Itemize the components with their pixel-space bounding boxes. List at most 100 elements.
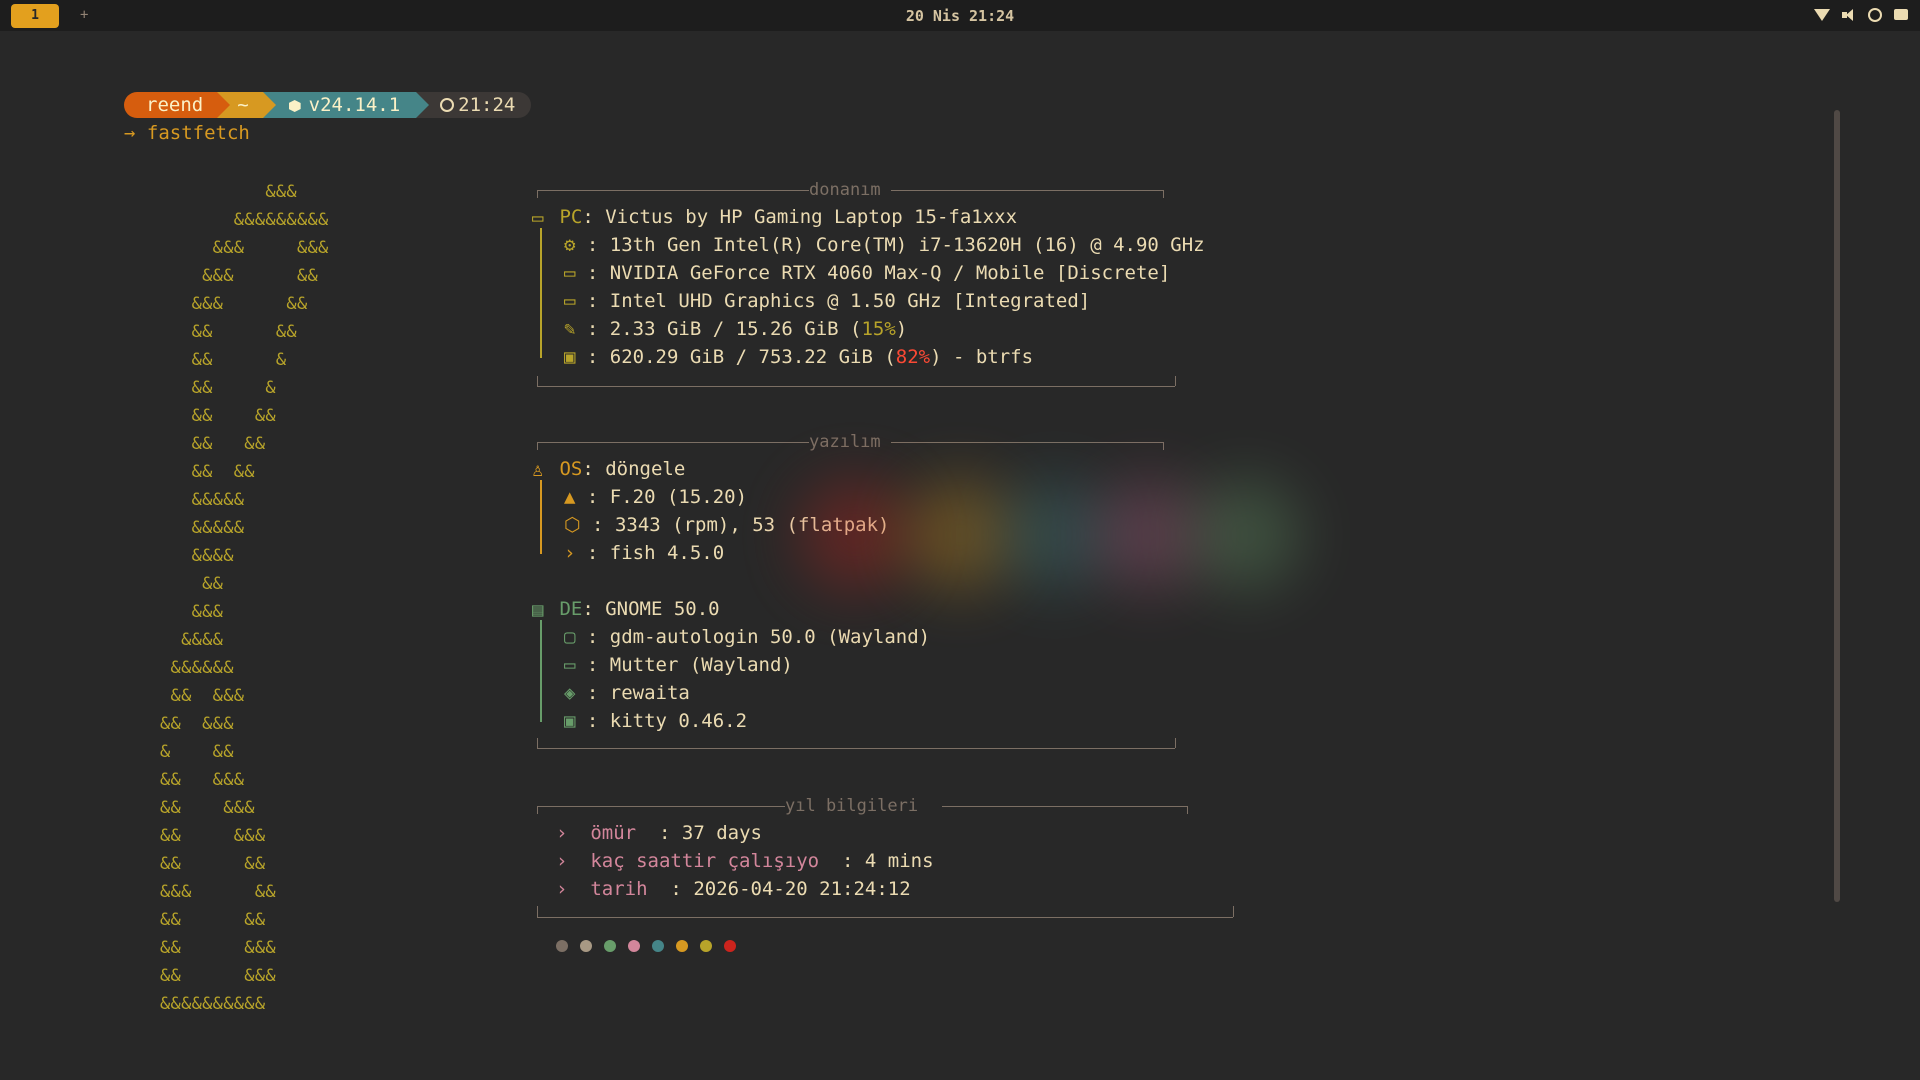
blur-blob	[1095, 480, 1205, 590]
hardware-gpu1-row: ▭ : NVIDIA GeForce RTX 4060 Max-Q / Mobi…	[564, 262, 1171, 284]
software-box-top-left	[537, 442, 809, 443]
software-theme-row: ◈ : rewaita	[564, 682, 690, 704]
terminal-icon: ▣	[564, 710, 576, 732]
bag-icon: ▲	[564, 486, 576, 508]
cpu-value: 13th Gen Intel(R) Core(TM) i7-13620H (16…	[609, 234, 1205, 256]
software-wm-row: ▭ : Mutter (Wayland)	[564, 654, 793, 676]
color-dot	[700, 940, 712, 952]
disk-percent: 82%	[895, 346, 931, 368]
cpu-icon: ⚙	[564, 234, 576, 256]
software-lm-row: ▢ : gdm-autologin 50.0 (Wayland)	[564, 626, 931, 648]
color-dot	[676, 940, 688, 952]
memory-icon: ✎	[564, 318, 576, 340]
ascii-logo: &&& &&&&&&&&& &&& &&& &&& && &&& && && &…	[160, 182, 329, 1014]
year-row: › kaç saattir çalışıyo : 4 mins	[556, 850, 934, 872]
blur-blob	[800, 480, 910, 590]
hardware-pc-row: ▭ PC: Victus by HP Gaming Laptop 15-fa1x…	[532, 206, 1018, 229]
system-tray[interactable]	[1814, 8, 1908, 22]
color-dot	[556, 940, 568, 952]
year-value: 37 days	[681, 822, 762, 844]
hardware-box-top-right	[891, 190, 1163, 191]
software-de-row: ▤ DE: GNOME 50.0	[532, 598, 720, 621]
shell-value: fish 4.5.0	[609, 542, 725, 564]
monitor-icon: ▭	[564, 290, 576, 312]
battery-icon[interactable]	[1894, 9, 1908, 20]
year-row: › ömür : 37 days	[556, 822, 762, 844]
wifi-icon[interactable]	[1814, 9, 1830, 21]
pc-label: PC	[559, 206, 583, 228]
memory-percent: 15%	[861, 318, 896, 340]
power-icon[interactable]	[1868, 8, 1882, 22]
terminal-value: kitty 0.46.2	[609, 710, 748, 732]
software-box-top-right	[891, 442, 1163, 443]
prompt-dir: ~	[237, 94, 249, 116]
gpu2-value: Intel UHD Graphics @ 1.50 GHz [Integrate…	[609, 290, 1091, 312]
workspace-1-button[interactable]: 1	[11, 4, 59, 28]
hardware-box-top-left	[537, 190, 809, 191]
year-box-top-right	[942, 806, 1187, 807]
blur-blob	[1190, 480, 1300, 590]
prompt-node-version: v24.14.1	[308, 94, 401, 116]
color-dot	[604, 940, 616, 952]
command-arrow: →	[124, 122, 136, 144]
prompt-time: 21:24	[458, 94, 516, 116]
command-text: fastfetch	[146, 122, 250, 144]
year-title: yıl bilgileri	[785, 796, 919, 816]
os-version-value: F.20 (15.20)	[609, 486, 748, 508]
blur-blob	[1000, 480, 1110, 590]
clock-icon	[440, 98, 455, 112]
pc-value: Victus by HP Gaming Laptop 15-fa1xxx	[605, 206, 1018, 228]
color-dot	[652, 940, 664, 952]
os-value: döngele	[605, 458, 686, 480]
window-icon: ▭	[564, 654, 576, 676]
prompt-node-segment: v24.14.1	[262, 92, 430, 118]
year-value: 4 mins	[864, 850, 934, 872]
monitor-icon: ▭	[564, 262, 576, 284]
package-icon: ⬡	[564, 514, 581, 536]
volume-icon[interactable]	[1842, 8, 1856, 22]
software-box-bottom	[537, 748, 1175, 749]
software-version-row: ▲ : F.20 (15.20)	[564, 486, 748, 508]
year-box-bottom	[537, 917, 1233, 918]
tux-icon: ♙	[532, 459, 544, 481]
hardware-title: donanım	[809, 180, 881, 200]
lock-icon: ▢	[564, 626, 576, 648]
year-key: tarih	[590, 878, 648, 900]
desktop-icon: ▤	[532, 599, 544, 621]
scrollbar[interactable]	[1834, 110, 1840, 902]
disk-icon: ▣	[564, 346, 576, 368]
color-dot	[724, 940, 736, 952]
year-key: kaç saattir çalışıyo	[590, 850, 820, 872]
hardware-disk-row: ▣ : 620.29 GiB / 753.22 GiB (82%) - btrf…	[564, 346, 1034, 368]
year-row: › tarih : 2026-04-20 21:24:12	[556, 878, 911, 900]
prompt-time-segment: 21:24	[416, 92, 532, 118]
add-workspace-button[interactable]: +	[80, 6, 88, 24]
software-os-row: ♙ OS: döngele	[532, 458, 686, 481]
de-value: GNOME 50.0	[605, 598, 720, 620]
hardware-gpu2-row: ▭ : Intel UHD Graphics @ 1.50 GHz [Integ…	[564, 290, 1091, 312]
shell-prompt: reend ~ v24.14.1 21:24	[124, 92, 532, 118]
laptop-icon: ▭	[532, 207, 544, 229]
hardware-box-bottom	[537, 386, 1175, 387]
datetime-clock[interactable]: 20 Nis 21:24	[860, 7, 1060, 25]
blur-blob	[905, 480, 1015, 590]
software-shell-row: › : fish 4.5.0	[564, 542, 725, 564]
color-dot	[580, 940, 592, 952]
paint-icon: ◈	[564, 682, 576, 704]
color-dot	[628, 940, 640, 952]
hardware-memory-row: ✎ : 2.33 GiB / 15.26 GiB (15%)	[564, 318, 908, 340]
software-terminal-row: ▣ : kitty 0.46.2	[564, 710, 748, 732]
year-box-top-left	[537, 806, 785, 807]
top-panel: 1 + 20 Nis 21:24	[0, 0, 1920, 31]
nodejs-icon	[288, 100, 301, 112]
prompt-user-segment: reend	[124, 92, 231, 118]
year-key: ömür	[590, 822, 637, 844]
theme-value: rewaita	[609, 682, 690, 704]
lm-value: gdm-autologin 50.0 (Wayland)	[609, 626, 931, 648]
command-line[interactable]: → fastfetch	[124, 120, 250, 146]
gpu1-value: NVIDIA GeForce RTX 4060 Max-Q / Mobile […	[609, 262, 1171, 284]
wm-value: Mutter (Wayland)	[609, 654, 793, 676]
os-label: OS	[559, 458, 583, 480]
de-label: DE	[559, 598, 583, 620]
software-title: yazılım	[809, 432, 881, 452]
